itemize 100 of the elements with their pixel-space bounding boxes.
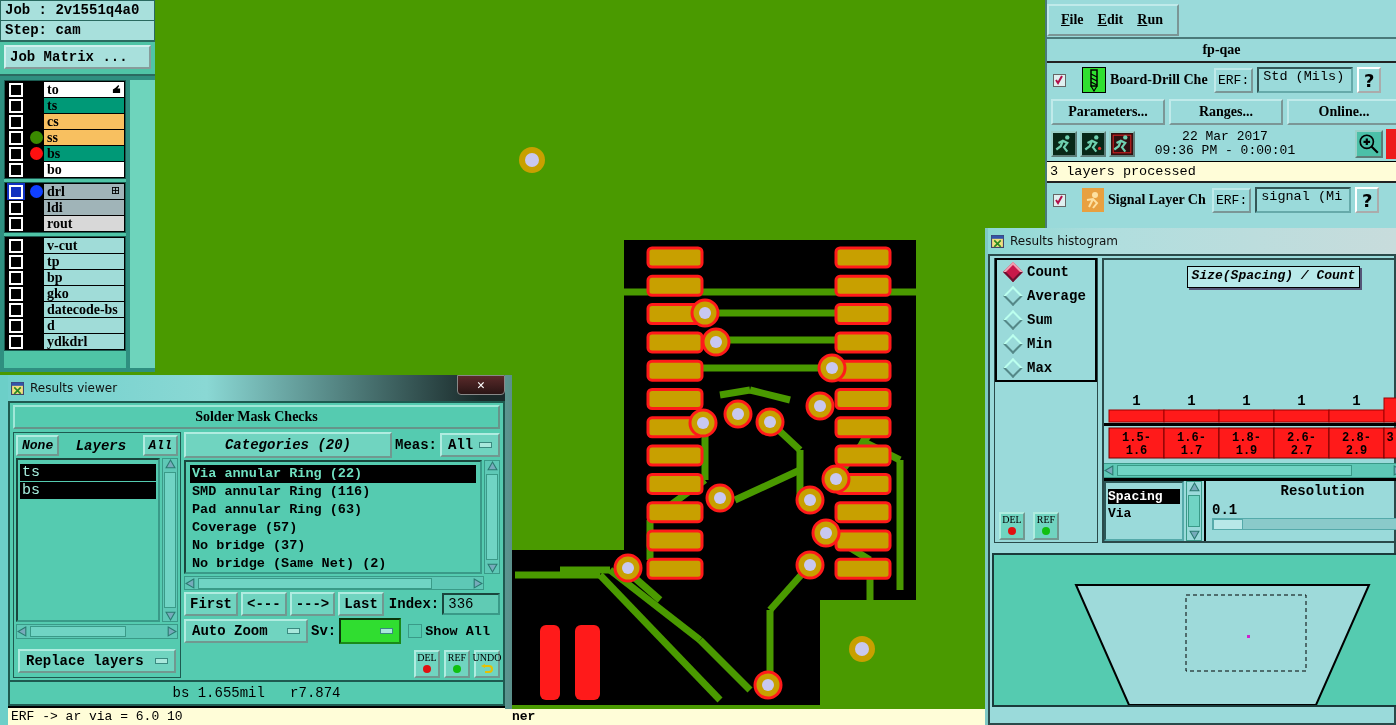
layer-name[interactable]: gko bbox=[44, 286, 124, 301]
scroll-up-arrow-icon[interactable] bbox=[164, 459, 176, 470]
scrollbar-thumb[interactable] bbox=[1188, 495, 1200, 527]
scroll-left-arrow-icon[interactable] bbox=[185, 577, 196, 589]
scroll-down-arrow-icon[interactable] bbox=[486, 562, 498, 573]
layer-name[interactable]: drl bbox=[44, 184, 124, 199]
scroll-down-arrow-icon[interactable] bbox=[164, 610, 176, 621]
checkbox[interactable] bbox=[408, 624, 423, 638]
none-button[interactable]: None bbox=[16, 435, 60, 456]
scroll-up-arrow-icon[interactable] bbox=[486, 461, 498, 472]
refresh-button[interactable]: REF bbox=[444, 650, 470, 678]
layer-name[interactable]: bo bbox=[44, 162, 124, 177]
scroll-left-arrow-icon[interactable] bbox=[1104, 465, 1115, 476]
menu-item[interactable]: File bbox=[1061, 12, 1084, 28]
replace-layers-dropdown[interactable]: Replace layers bbox=[18, 649, 176, 673]
scroll-up-arrow-icon[interactable] bbox=[1188, 482, 1200, 493]
category-cell bbox=[1108, 427, 1165, 459]
refresh-button[interactable]: REF bbox=[1033, 512, 1059, 540]
scrollbar-thumb[interactable] bbox=[198, 577, 432, 589]
categories-button[interactable]: Categories (20) bbox=[184, 432, 392, 458]
scrollbar-thumb[interactable] bbox=[486, 474, 498, 560]
category-label: 1.8-1.9 bbox=[1232, 431, 1261, 458]
job-matrix-button[interactable]: Job Matrix ... bbox=[4, 45, 151, 69]
index-field[interactable]: 336 bbox=[442, 593, 500, 615]
nav-button[interactable]: Last bbox=[338, 592, 384, 616]
help-button[interactable]: ? bbox=[1355, 187, 1380, 213]
erf-field[interactable]: Std (Mils) bbox=[1257, 67, 1354, 93]
scrollbar-thumb[interactable] bbox=[164, 472, 176, 608]
horizontal-scrollbar[interactable] bbox=[16, 624, 178, 639]
zoom-in-icon[interactable] bbox=[1355, 130, 1383, 158]
menu-item[interactable]: Run bbox=[1137, 12, 1163, 28]
list-item[interactable]: Spacing bbox=[1108, 489, 1180, 504]
running-figure-icon[interactable] bbox=[1080, 131, 1106, 157]
vertical-scrollbar[interactable] bbox=[162, 458, 178, 622]
list-item[interactable]: Via annular Ring (22) bbox=[190, 465, 476, 483]
delete-button[interactable]: DEL bbox=[414, 650, 440, 678]
layer-name[interactable]: d bbox=[44, 318, 124, 333]
severity-dropdown[interactable] bbox=[339, 618, 402, 644]
bar-value-label: 1 bbox=[1352, 393, 1361, 409]
layer-name[interactable]: to bbox=[44, 82, 124, 97]
check-button[interactable]: Ranges... bbox=[1169, 99, 1283, 125]
layer-name[interactable]: rout bbox=[44, 216, 124, 231]
layer-name[interactable]: v-cut bbox=[44, 238, 124, 253]
help-button[interactable]: ? bbox=[1357, 67, 1382, 93]
running-figure-icon[interactable] bbox=[1109, 131, 1135, 157]
erf-button[interactable]: ERF: bbox=[1214, 67, 1254, 93]
vertical-scrollbar[interactable] bbox=[484, 460, 500, 574]
layer-name[interactable]: ts bbox=[44, 98, 124, 113]
scrollbar-thumb[interactable] bbox=[1117, 465, 1352, 476]
sv-label: Sv: bbox=[311, 623, 337, 639]
auto-zoom-dropdown[interactable]: Auto Zoom bbox=[184, 619, 308, 643]
layer-name[interactable]: datecode-bs bbox=[44, 302, 124, 317]
scroll-right-arrow-icon[interactable] bbox=[166, 626, 177, 637]
layer-name[interactable]: bp bbox=[44, 270, 124, 285]
list-item[interactable]: Coverage (57) bbox=[190, 519, 476, 537]
horizontal-scrollbar[interactable] bbox=[1104, 463, 1396, 478]
radio-label: Max bbox=[1027, 360, 1053, 376]
undo-button[interactable]: UNDO bbox=[474, 650, 500, 678]
list-item[interactable]: No bridge (Same Net) (2) bbox=[190, 555, 476, 573]
check-button[interactable]: Online... bbox=[1287, 99, 1396, 125]
erf-field[interactable]: signal (Mi bbox=[1255, 187, 1352, 213]
scroll-down-arrow-icon[interactable] bbox=[1188, 529, 1200, 540]
vertical-scrollbar[interactable] bbox=[1186, 481, 1202, 541]
nav-button[interactable]: First bbox=[184, 592, 238, 616]
list-item[interactable]: Pad annular Ring (63) bbox=[190, 501, 476, 519]
scrollbar-thumb[interactable] bbox=[30, 626, 126, 637]
checkbox-label: Show All bbox=[425, 623, 491, 639]
horizontal-scrollbar[interactable] bbox=[184, 576, 484, 590]
list-item[interactable]: No bridge (37) bbox=[190, 537, 476, 555]
layer-name[interactable]: ydkdrl bbox=[44, 334, 124, 349]
slider-thumb[interactable] bbox=[1213, 519, 1243, 530]
layer-name[interactable]: ldi bbox=[44, 200, 124, 215]
nav-button[interactable]: <--- bbox=[241, 592, 287, 616]
close-button[interactable]: ✕ bbox=[457, 375, 505, 395]
delete-button[interactable]: DEL bbox=[999, 512, 1025, 540]
layer-name[interactable]: tp bbox=[44, 254, 124, 269]
list-item[interactable]: SMD annular Ring (116) bbox=[190, 483, 476, 501]
list-item[interactable]: Via bbox=[1108, 506, 1180, 521]
checkbox[interactable] bbox=[1053, 193, 1066, 207]
category-cell bbox=[1273, 427, 1330, 459]
meas-dropdown[interactable]: All bbox=[440, 433, 500, 457]
list-item[interactable]: bs bbox=[20, 482, 156, 499]
erf-button[interactable]: ERF: bbox=[1212, 187, 1252, 213]
all-button[interactable]: All bbox=[142, 435, 178, 456]
list-item[interactable]: ts bbox=[20, 464, 156, 481]
checkbox[interactable] bbox=[1053, 73, 1066, 87]
running-figure-icon[interactable] bbox=[1051, 131, 1077, 157]
step-label: Step: cam bbox=[1, 21, 154, 41]
scroll-right-arrow-icon[interactable] bbox=[472, 577, 483, 589]
slider-track[interactable] bbox=[1212, 518, 1396, 530]
nav-button[interactable]: ---> bbox=[289, 592, 336, 616]
scroll-left-arrow-icon[interactable] bbox=[17, 626, 28, 637]
job-label: Job : 2v1551q4a0 bbox=[1, 1, 154, 21]
indicator-icon bbox=[423, 665, 431, 673]
check-button[interactable]: Parameters... bbox=[1051, 99, 1165, 125]
layer-name[interactable]: bs bbox=[44, 146, 124, 161]
menu-item[interactable]: Edit bbox=[1097, 12, 1124, 28]
layer-name[interactable]: ss bbox=[44, 130, 124, 145]
run-time: 09:36 PM - 0:00:01 bbox=[1154, 144, 1296, 158]
layer-name[interactable]: cs bbox=[44, 114, 124, 129]
